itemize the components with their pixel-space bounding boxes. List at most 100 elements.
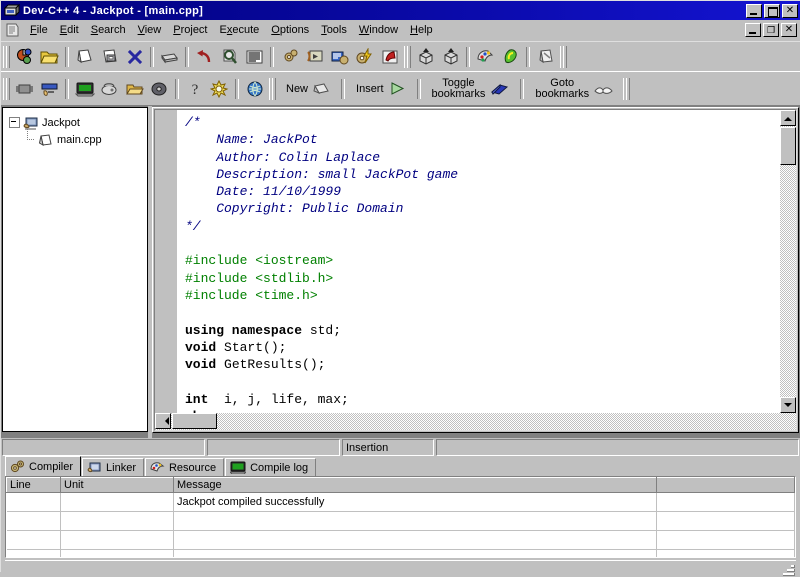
- project-explorer[interactable]: Jackpot main.cpp: [2, 107, 148, 432]
- horizontal-scroll-thumb[interactable]: [172, 413, 217, 429]
- toolbar-grip[interactable]: [623, 77, 631, 100]
- close-file-icon[interactable]: [122, 45, 147, 68]
- print-icon[interactable]: [157, 45, 182, 68]
- toolbar-grip[interactable]: [560, 45, 567, 68]
- stop-execution-icon[interactable]: [377, 45, 402, 68]
- title-bar[interactable]: Dev-C++ 4 - Jackpot - [main.cpp] ✕: [1, 1, 800, 20]
- cell-extra: [656, 530, 795, 550]
- status-panel-insert-mode: Insertion: [342, 439, 434, 456]
- remove-unit-icon[interactable]: [438, 45, 463, 68]
- mdi-close-button[interactable]: ✕: [781, 23, 797, 37]
- replace-icon[interactable]: [242, 45, 267, 68]
- table-row[interactable]: Jackpot compiled successfully: [6, 492, 795, 512]
- folder-open-icon[interactable]: [122, 77, 147, 100]
- rebuild-all-icon[interactable]: [352, 45, 377, 68]
- toolbar-grip[interactable]: [404, 45, 411, 68]
- menu-search[interactable]: Search: [85, 22, 132, 38]
- console-icon[interactable]: [72, 77, 97, 100]
- insert-bookmark-button[interactable]: Insert: [348, 75, 414, 102]
- environment-options-icon[interactable]: [498, 45, 523, 68]
- new-project-icon[interactable]: [12, 45, 37, 68]
- editor-options-icon[interactable]: [533, 45, 558, 68]
- toolbar-grip[interactable]: [269, 77, 276, 100]
- blue-book-icon: [490, 81, 509, 97]
- chip-icon[interactable]: [12, 77, 37, 100]
- tab-linker[interactable]: Linker: [82, 458, 144, 476]
- tab-compiler[interactable]: Compiler: [5, 456, 82, 476]
- goto-bookmarks-button[interactable]: Goto bookmarks: [527, 75, 621, 102]
- status-panel-filename: [436, 439, 799, 456]
- toolbar-separator: [235, 78, 239, 99]
- menu-tools[interactable]: Tools: [315, 22, 353, 38]
- find-icon[interactable]: [217, 45, 242, 68]
- scroll-left-button[interactable]: [155, 413, 171, 429]
- project-options-icon[interactable]: [473, 45, 498, 68]
- code-keyword: void: [185, 357, 217, 373]
- code-editor[interactable]: /* Name: JackPot Author: Colin Laplace D…: [177, 110, 780, 413]
- code-line-include: #include <iostream>: [185, 253, 334, 269]
- debug-icon[interactable]: [37, 77, 62, 100]
- scroll-up-button[interactable]: [780, 110, 796, 126]
- gears-icon: [10, 460, 25, 473]
- insert-unit-icon[interactable]: [413, 45, 438, 68]
- menu-window[interactable]: Window: [353, 22, 404, 38]
- column-header-unit[interactable]: Unit: [60, 477, 174, 493]
- tree-connector: [27, 129, 38, 148]
- disk-icon[interactable]: [147, 77, 172, 100]
- editor-vertical-scrollbar[interactable]: [780, 110, 796, 413]
- menu-view[interactable]: View: [132, 22, 168, 38]
- column-header-line[interactable]: Line: [6, 477, 61, 493]
- help-icon[interactable]: ?: [182, 77, 207, 100]
- table-row[interactable]: [6, 549, 795, 557]
- editor-inner: /* Name: JackPot Author: Colin Laplace D…: [154, 109, 797, 431]
- scroll-down-button[interactable]: [780, 397, 796, 413]
- tab-compile-log[interactable]: Compile log: [225, 458, 317, 476]
- mdi-window-buttons: ❐ ✕: [745, 23, 797, 37]
- column-header-message[interactable]: Message: [173, 477, 657, 493]
- toolbar-grip[interactable]: [3, 45, 10, 68]
- menu-file[interactable]: File: [24, 22, 54, 38]
- vertical-scroll-thumb[interactable]: [780, 127, 796, 165]
- table-row[interactable]: [6, 530, 795, 550]
- menu-help[interactable]: Help: [404, 22, 439, 38]
- collapse-toggle-icon[interactable]: [9, 117, 20, 128]
- resize-grip[interactable]: [783, 564, 795, 576]
- mdi-minimize-button[interactable]: [745, 23, 761, 37]
- tree-node-main-cpp[interactable]: main.cpp: [27, 129, 147, 148]
- save-file-icon[interactable]: [97, 45, 122, 68]
- table-row[interactable]: [6, 511, 795, 531]
- devcpp-icon: [4, 3, 20, 18]
- menu-execute[interactable]: Execute: [214, 22, 266, 38]
- open-project-icon[interactable]: [37, 45, 62, 68]
- code-line-comment: Copyright: Public Domain: [185, 201, 404, 217]
- web-icon[interactable]: [242, 77, 267, 100]
- editor-horizontal-scrollbar[interactable]: [155, 413, 796, 430]
- maximize-button[interactable]: [764, 3, 780, 18]
- menu-edit[interactable]: Edit: [54, 22, 85, 38]
- new-file-icon[interactable]: [72, 45, 97, 68]
- menu-options[interactable]: Options: [265, 22, 315, 38]
- compile-icon[interactable]: [277, 45, 302, 68]
- toggle-bookmarks-button[interactable]: Toggle bookmarks: [424, 75, 518, 102]
- run-icon[interactable]: [302, 45, 327, 68]
- new-bookmark-button[interactable]: New: [278, 75, 338, 102]
- document-system-icon[interactable]: [4, 22, 22, 38]
- package-icon[interactable]: [97, 77, 122, 100]
- minimize-button[interactable]: [746, 3, 762, 18]
- cell-line: [6, 530, 61, 550]
- toolbar-separator: [65, 46, 69, 67]
- mdi-restore-button[interactable]: ❐: [763, 23, 779, 37]
- column-header-extra[interactable]: [656, 477, 795, 493]
- undo-icon[interactable]: [192, 45, 217, 68]
- tree-node-project[interactable]: Jackpot: [9, 114, 147, 131]
- compile-and-run-icon[interactable]: [327, 45, 352, 68]
- menu-project[interactable]: Project: [167, 22, 213, 38]
- compiler-messages-table[interactable]: Line Unit Message Jackpot compiled succe…: [5, 476, 796, 558]
- tab-resource[interactable]: Resource: [144, 458, 225, 476]
- toolbar-grip[interactable]: [3, 77, 10, 100]
- close-button[interactable]: ✕: [782, 3, 798, 18]
- tab-resource-label: Resource: [168, 461, 217, 474]
- cell-message: [173, 549, 657, 557]
- svg-text:?: ?: [191, 82, 198, 98]
- about-icon[interactable]: [207, 77, 232, 100]
